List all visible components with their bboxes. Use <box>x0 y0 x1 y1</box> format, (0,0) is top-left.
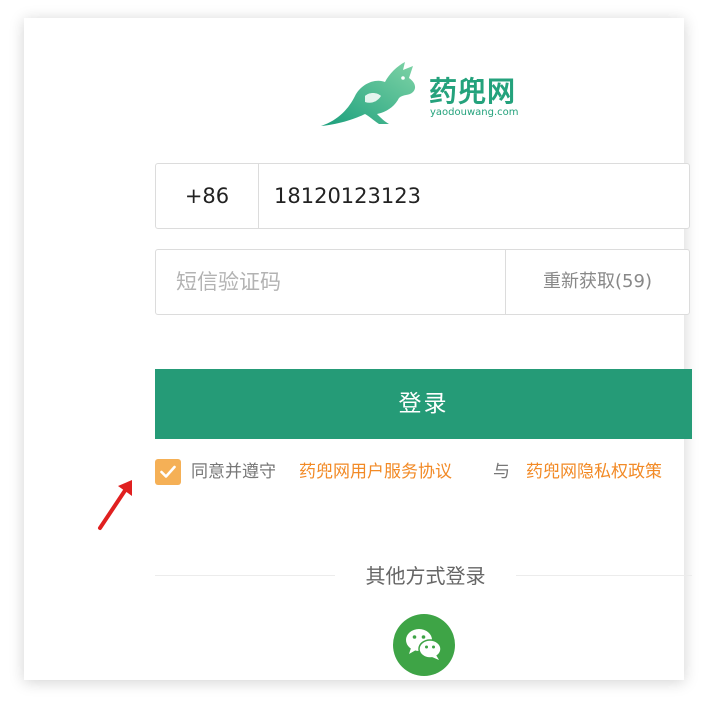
brand-domain: yaodouwang.com <box>430 107 519 118</box>
resend-code-button[interactable]: 重新获取(59) <box>505 250 689 314</box>
other-login-label: 其他方式登录 <box>365 564 486 588</box>
agree-and-text: 与 <box>493 462 510 482</box>
divider-left <box>155 575 335 576</box>
divider-right <box>516 575 692 576</box>
agree-checkbox[interactable] <box>155 459 181 485</box>
agree-prefix-text: 同意并遵守 <box>191 462 276 482</box>
wechat-icon <box>406 629 442 660</box>
phone-field: +86 18120123123 <box>155 163 690 229</box>
phone-input[interactable]: 18120123123 <box>274 164 421 228</box>
agreement-row: 同意并遵守 药兜网用户服务协议 与 药兜网隐私权政策 <box>155 459 708 485</box>
red-arrow-icon <box>98 480 132 530</box>
kangaroo-logo-icon <box>321 62 416 126</box>
sms-code-input[interactable]: 短信验证码 <box>176 250 496 314</box>
user-agreement-link[interactable]: 药兜网用户服务协议 <box>299 459 452 485</box>
wechat-login-button[interactable] <box>393 614 455 676</box>
sms-code-field: 短信验证码 重新获取(59) <box>155 249 690 315</box>
login-card: 药兜网 yaodouwang.com +86 18120123123 短信验证码… <box>24 18 692 680</box>
brand-logo: 药兜网 yaodouwang.com <box>319 58 534 128</box>
brand-name: 药兜网 <box>429 75 517 108</box>
country-code-select[interactable]: +86 <box>156 164 259 228</box>
login-button[interactable]: 登录 <box>155 369 692 439</box>
checkmark-icon <box>160 465 176 478</box>
privacy-policy-link[interactable]: 药兜网隐私权政策 <box>526 459 662 485</box>
